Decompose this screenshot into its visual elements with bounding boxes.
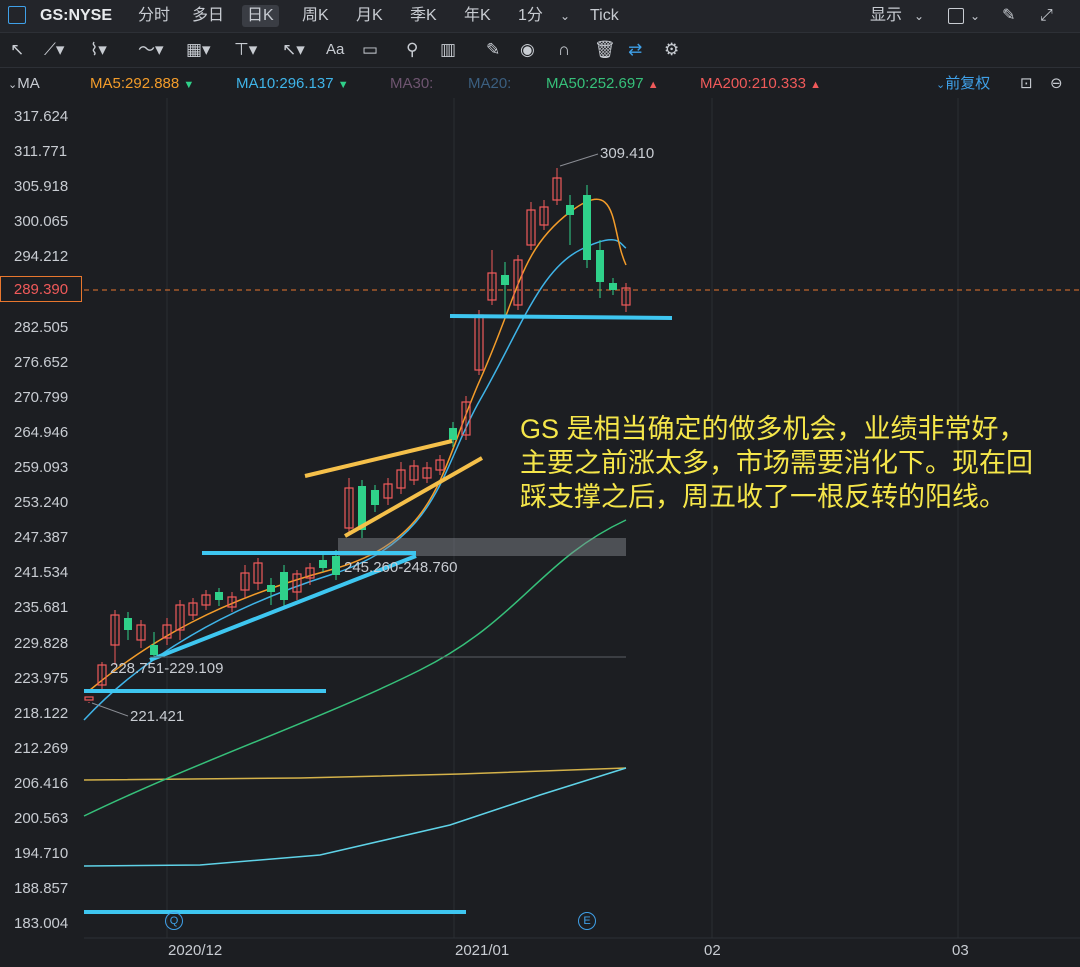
range-label-1: 228.751-229.109	[110, 660, 224, 677]
price-tick-label: 253.240	[14, 494, 69, 512]
candle-body-down	[150, 645, 158, 655]
price-tick-label: 276.652	[14, 353, 69, 371]
price-tick-label: 218.122	[14, 704, 69, 722]
candle-body-down	[566, 205, 574, 215]
candle-body-down	[267, 585, 275, 592]
candle-body-down	[449, 428, 457, 440]
date-label: 2020/12	[168, 942, 223, 959]
candle-body-down	[583, 195, 591, 260]
price-tick-label: 188.857	[14, 880, 69, 898]
chart-grid	[84, 98, 1080, 939]
price-tick-label: 206.416	[14, 774, 69, 792]
high-label: 309.410	[600, 145, 655, 162]
price-tick-label: 270.799	[14, 388, 69, 406]
annotation-note: GS 是相当确定的做多机会，业绩非常好，主要之前涨太多，市场需要消化下。现在回踩…	[520, 414, 1033, 512]
price-tick-label: 229.828	[14, 634, 69, 652]
candle-body-down	[124, 618, 132, 630]
current-price-tag: 289.390	[0, 276, 82, 302]
candle-body-down	[609, 283, 617, 290]
candle-body-down	[371, 490, 379, 505]
ma-lines	[83, 198, 627, 867]
drawings	[84, 153, 673, 914]
candle-body-down	[596, 250, 604, 282]
low-label: 221.421	[130, 708, 185, 725]
price-tick-label: 294.212	[14, 248, 69, 266]
ma50-line	[83, 767, 627, 867]
price-tick-label: 223.975	[14, 669, 69, 687]
price-tick-label: 305.918	[14, 178, 69, 196]
event-marker-e[interactable]: E	[578, 912, 596, 930]
ma200-line	[83, 767, 627, 781]
candle-body-up	[84, 696, 94, 701]
candle-body-down	[501, 275, 509, 285]
candle-body-down	[319, 560, 327, 568]
earnings-marker-q[interactable]: Q	[165, 912, 183, 930]
price-tick-label: 200.563	[14, 810, 69, 827]
price-tick-label: 241.534	[14, 564, 69, 582]
price-tick-label: 194.710	[14, 845, 69, 863]
date-label: 02	[704, 942, 721, 959]
price-tick-label: 282.505	[14, 318, 69, 336]
candle-body-down	[332, 556, 340, 575]
price-tick-label: 235.681	[14, 599, 69, 617]
price-axis: 317.624 311.771 305.918 300.065 294.212 282.5…	[0, 98, 84, 938]
date-label: 03	[952, 942, 969, 959]
price-tick-label: 212.269	[14, 739, 69, 757]
date-label: 2021/01	[455, 942, 510, 959]
price-tick-label: 247.387	[14, 529, 69, 547]
trend-line-upper	[304, 439, 453, 478]
range-label-2: 245.260-248.760	[344, 559, 458, 576]
candle-body-down	[215, 592, 223, 600]
price-tick-label: 300.065	[14, 213, 69, 231]
price-tick-label: 317.624	[14, 108, 69, 125]
price-tick-label: 311.771	[14, 143, 68, 161]
high-leader-line	[559, 153, 599, 167]
low-leader-line	[91, 702, 129, 717]
support-line-1	[449, 314, 673, 320]
candle-body-down	[280, 572, 288, 600]
price-tick-label: 264.946	[14, 423, 69, 441]
price-tick-label: 183.004	[14, 915, 69, 933]
price-tick-label: 259.093	[14, 459, 69, 476]
